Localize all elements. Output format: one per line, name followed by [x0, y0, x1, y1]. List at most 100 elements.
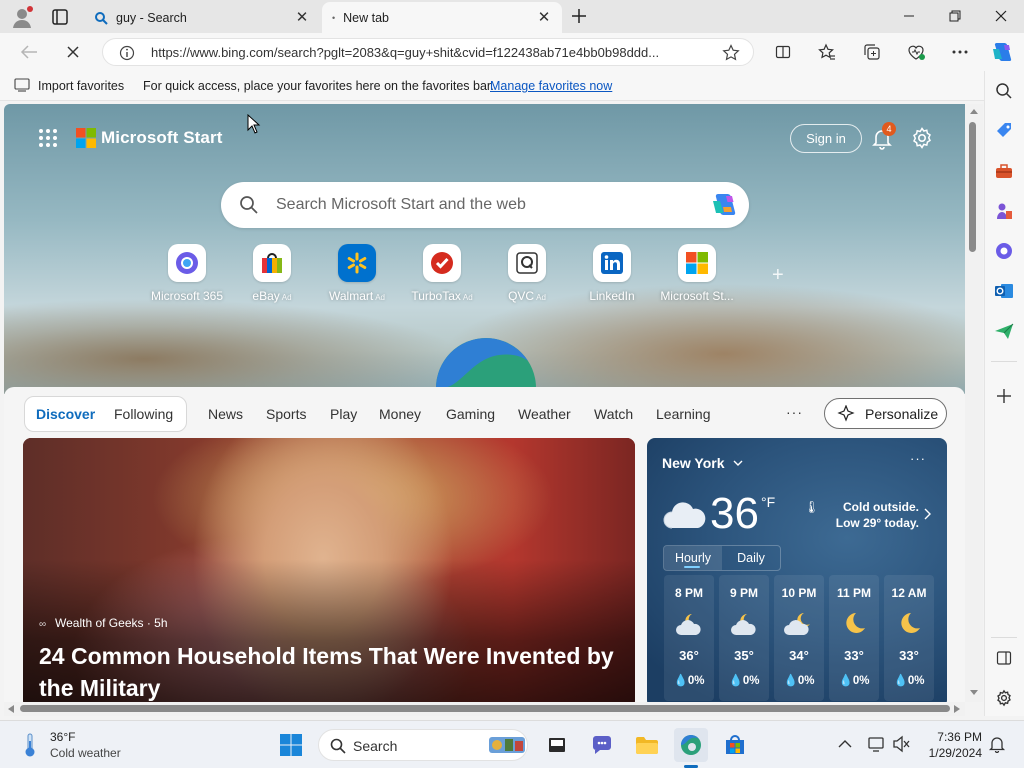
tab-following[interactable]: Following [114, 406, 173, 422]
hide-sidebar-icon[interactable] [989, 643, 1019, 673]
quick-link-qvc[interactable]: QVC Ad [486, 244, 568, 304]
teams-chat-icon[interactable] [585, 728, 619, 762]
tab-sports[interactable]: Sports [266, 406, 306, 422]
more-options-icon[interactable] [945, 37, 975, 67]
file-explorer-icon[interactable] [630, 728, 664, 762]
favorites-icon[interactable] [812, 37, 842, 67]
windows-start-icon[interactable] [274, 728, 308, 762]
tab-discover[interactable]: Discover [36, 406, 95, 422]
minimize-icon[interactable] [886, 0, 932, 32]
thermometer-cold-icon[interactable] [22, 731, 38, 759]
new-tab-icon[interactable] [566, 5, 592, 27]
apps-grid-icon[interactable] [38, 128, 58, 148]
manage-favorites-link[interactable]: Manage favorites now [490, 79, 612, 93]
hourly-forecast-item[interactable]: 10 PM 34° 💧0% [774, 575, 824, 701]
games-icon[interactable] [989, 196, 1019, 226]
tab-learning[interactable]: Learning [656, 406, 711, 422]
taskbar-temperature[interactable]: 36°F [50, 730, 75, 744]
article-title[interactable]: 24 Common Household Items That Were Inve… [39, 640, 629, 702]
personalize-button[interactable]: Personalize [824, 398, 947, 429]
close-tab-icon[interactable]: ✕ [294, 9, 310, 26]
sidebar-settings-gear-icon[interactable] [989, 683, 1019, 713]
gear-icon[interactable] [910, 126, 934, 150]
quick-link-microsoft-store[interactable]: Microsoft St... [656, 244, 738, 304]
close-window-icon[interactable] [978, 0, 1024, 32]
hourly-forecast-item[interactable]: 12 AM 33° 💧0% [884, 575, 934, 701]
weather-card[interactable]: New York ··· 36 °F 🌡 Cold outside. Low 2… [647, 438, 947, 702]
quick-link-walmart[interactable]: Walmart Ad [316, 244, 398, 304]
tab-play[interactable]: Play [330, 406, 357, 422]
profile-avatar-icon[interactable] [10, 5, 34, 29]
show-hidden-icons-chevron-icon[interactable] [838, 739, 852, 749]
split-screen-icon[interactable] [768, 37, 798, 67]
network-icon[interactable] [868, 735, 886, 753]
site-info-icon[interactable] [119, 45, 135, 61]
tab-daily[interactable]: Daily [722, 546, 780, 570]
back-arrow-icon[interactable] [14, 37, 44, 67]
search-icon[interactable] [989, 76, 1019, 106]
tab-search[interactable]: guy - Search ✕ [84, 2, 320, 33]
tab-money[interactable]: Money [379, 406, 421, 422]
hourly-forecast-item[interactable]: 9 PM 35° 💧0% [719, 575, 769, 701]
task-view-icon[interactable] [540, 728, 574, 762]
scroll-right-icon[interactable] [953, 705, 961, 713]
tab-watch[interactable]: Watch [594, 406, 633, 422]
more-topics-button[interactable]: ··· [786, 404, 803, 420]
address-bar[interactable]: https://www.bing.com/search?pglt=2083&q=… [102, 38, 754, 66]
tools-icon[interactable] [989, 156, 1019, 186]
hero-article-card[interactable]: ∞ Wealth of Geeks · 5h 24 Common Househol… [23, 438, 635, 702]
sign-in-button[interactable]: Sign in [790, 124, 862, 153]
tab-hourly[interactable]: Hourly [664, 546, 722, 570]
tab-actions-icon[interactable] [48, 6, 72, 28]
microsoft-store-icon[interactable] [718, 728, 752, 762]
import-favorites-button[interactable]: Import favorites [38, 79, 124, 93]
scroll-left-icon[interactable] [7, 705, 15, 713]
microsoft365-icon[interactable] [989, 236, 1019, 266]
collections-icon[interactable] [857, 37, 887, 67]
vertical-scrollbar[interactable] [965, 104, 983, 702]
add-icon[interactable] [989, 381, 1019, 411]
copilot-icon[interactable] [709, 191, 739, 219]
taskbar-search-box[interactable]: Search [318, 729, 528, 761]
copilot-icon[interactable] [987, 37, 1017, 67]
add-quick-link-icon[interactable]: + [772, 264, 784, 287]
stop-loading-icon[interactable] [58, 37, 88, 67]
horizontal-scrollbar[interactable] [4, 702, 965, 716]
quick-link-microsoft365[interactable]: Microsoft 365 [146, 244, 228, 304]
notification-bell-icon[interactable] [988, 735, 1006, 753]
edge-browser-icon[interactable] [674, 728, 708, 762]
taskbar-clock-date[interactable]: 1/29/2024 [914, 746, 982, 760]
favorite-star-icon[interactable] [722, 44, 740, 62]
quick-link-ebay[interactable]: eBay Ad [231, 244, 313, 304]
taskbar-clock-time[interactable]: 7:36 PM [924, 730, 982, 744]
chevron-right-icon[interactable] [923, 508, 931, 520]
hourly-forecast-item[interactable]: 11 PM 33° 💧0% [829, 575, 879, 701]
quick-link-turbotax[interactable]: TurboTax Ad [401, 244, 483, 304]
scroll-down-icon[interactable] [969, 689, 979, 697]
taskbar-weather-condition[interactable]: Cold weather [50, 746, 121, 760]
send-drop-icon[interactable] [989, 316, 1019, 346]
scrollbar-thumb[interactable] [969, 122, 976, 252]
shopping-tag-icon[interactable] [989, 116, 1019, 146]
browser-essentials-icon[interactable] [901, 37, 931, 67]
weather-more-icon[interactable]: ··· [910, 451, 926, 466]
close-tab-icon[interactable]: ✕ [536, 9, 552, 26]
chevron-down-icon[interactable] [733, 459, 743, 467]
temperature-unit[interactable]: °F [761, 494, 775, 510]
quick-link-linkedin[interactable]: LinkedIn [571, 244, 653, 304]
favorites-bar: Import favorites For quick access, place… [0, 71, 1024, 101]
tab-weather[interactable]: Weather [518, 406, 571, 422]
tab-gaming[interactable]: Gaming [446, 406, 495, 422]
weather-city[interactable]: New York [662, 455, 725, 471]
feed-navigation: Discover Following News Sports Play Mone… [24, 396, 947, 432]
hourly-forecast-item[interactable]: 8 PM 36° 💧0% [664, 575, 714, 701]
volume-muted-icon[interactable] [892, 735, 910, 753]
restore-icon[interactable] [932, 0, 978, 32]
outlook-icon[interactable] [989, 276, 1019, 306]
scrollbar-thumb[interactable] [20, 705, 950, 712]
tab-new-tab[interactable]: • New tab ✕ [322, 2, 562, 33]
web-search-box[interactable]: Search Microsoft Start and the web [221, 182, 749, 228]
search-input[interactable]: Search Microsoft Start and the web [276, 196, 526, 214]
scroll-up-icon[interactable] [969, 107, 979, 115]
tab-news[interactable]: News [208, 406, 243, 422]
